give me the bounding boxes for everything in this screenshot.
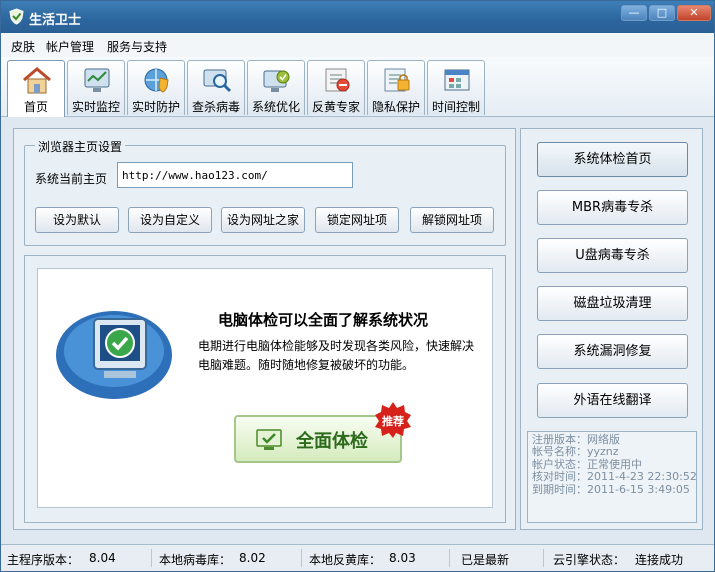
status-separator (151, 549, 152, 567)
recommend-badge: 推荐 (375, 402, 411, 438)
full-checkup-label: 全面体检 (296, 431, 368, 452)
status-separator (449, 549, 450, 567)
tab-home[interactable]: 首页 (7, 60, 65, 117)
filter-db-label: 本地反黄库： (309, 553, 382, 567)
version-value: 8.04 (89, 551, 116, 565)
tab-label: 隐私保护 (371, 100, 420, 114)
system-optimize-icon (263, 70, 290, 92)
close-button[interactable]: ✕ (677, 5, 711, 21)
cloud-engine-label: 云引擎状态： (553, 553, 626, 567)
monitor-icon (84, 68, 110, 92)
tab-toolbar: 首页 实时监控 实时防护 查杀病毒 系统优化 反黄专家 隐私保护 时间控制 (1, 57, 714, 117)
shield-logo-icon (9, 8, 24, 25)
recommend-badge-text: 推荐 (382, 414, 404, 428)
app-window: 生活卫士 — □ ✕ 皮肤 帐户管理 服务与支持 首页 实时监控 实时防护 查杀… (0, 0, 715, 572)
menu-support[interactable]: 服务与支持 (107, 38, 167, 55)
tab-time-control[interactable]: 时间控制 (427, 60, 485, 115)
status-bar: 主程序版本： 8.04 本地病毒库： 8.02 本地反黄库： 8.03 已是最新… (1, 544, 714, 571)
unlock-url-button[interactable]: 解锁网址项 (410, 207, 494, 233)
window-title: 生活卫士 (29, 13, 82, 28)
account-check-time: 核对时间：2011-4-23 22:30:52 (532, 470, 697, 484)
menu-bar: 皮肤 帐户管理 服务与支持 (1, 33, 714, 57)
online-translate-button[interactable]: 外语在线翻译 (537, 383, 688, 418)
system-checkup-home-button[interactable]: 系统体检首页 (537, 142, 688, 177)
computer-checkup-icon (56, 311, 172, 399)
set-custom-button[interactable]: 设为自定义 (128, 207, 212, 233)
account-name: 帐号名称：yyznz (532, 445, 619, 459)
tab-system-optimize[interactable]: 系统优化 (247, 60, 305, 115)
disk-cleanup-button[interactable]: 磁盘垃圾清理 (537, 286, 688, 321)
main-panel: 浏览器主页设置 系统当前主页 http://www.hao123.com/ 设为… (13, 128, 516, 530)
virus-db-value: 8.02 (239, 551, 266, 565)
shield-globe-icon (144, 68, 169, 93)
tab-realtime-protect[interactable]: 实时防护 (127, 60, 185, 115)
browser-homepage-group: 浏览器主页设置 系统当前主页 http://www.hao123.com/ 设为… (24, 138, 506, 246)
update-status: 已是最新 (461, 553, 510, 567)
account-expire-time: 到期时间：2011-6-15 3:49:05 (532, 482, 690, 496)
homepage-url-input[interactable]: http://www.hao123.com/ (117, 162, 353, 188)
tab-label: 查杀病毒 (191, 100, 240, 114)
filter-expert-icon (325, 68, 350, 92)
virus-scan-icon (203, 69, 232, 93)
cloud-engine-status: 连接成功 (635, 553, 684, 567)
tab-filter-expert[interactable]: 反黄专家 (307, 60, 365, 115)
maximize-button[interactable]: □ (649, 5, 675, 21)
time-control-icon (444, 69, 470, 91)
minimize-button[interactable]: — (621, 5, 647, 21)
privacy-icon (384, 68, 410, 92)
monitor-check-icon (256, 429, 282, 450)
tab-privacy[interactable]: 隐私保护 (367, 60, 425, 115)
tab-label: 时间控制 (431, 100, 480, 114)
promo-title: 电脑体检可以全面了解系统状况 (218, 311, 429, 329)
virus-db-label: 本地病毒库： (159, 553, 232, 567)
current-homepage-label: 系统当前主页 (35, 172, 108, 186)
filter-db-value: 8.03 (389, 551, 416, 565)
set-hao123-button[interactable]: 设为网址之家 (221, 207, 305, 233)
tab-label: 实时监控 (71, 100, 120, 114)
side-panel: 系统体检首页 MBR病毒专杀 U盘病毒专杀 磁盘垃圾清理 系统漏洞修复 外语在线… (520, 128, 703, 530)
group-title: 浏览器主页设置 (35, 138, 126, 155)
status-separator (301, 549, 302, 567)
account-info-box: 注册版本：网络版 帐号名称：yyznz 帐户状态：正常使用中 核对时间：2011… (527, 431, 697, 523)
tab-label: 反黄专家 (311, 100, 360, 114)
promo-frame: 电脑体检可以全面了解系统状况 电期进行电脑体检能够及时发现各类风险，快速解决电脑… (24, 255, 506, 523)
home-icon (23, 67, 51, 94)
promo-description: 电期进行电脑体检能够及时发现各类风险，快速解决电脑难题。随时随地修复被破坏的功能… (198, 339, 475, 372)
tab-virus-scan[interactable]: 查杀病毒 (187, 60, 245, 115)
lock-url-button[interactable]: 锁定网址项 (315, 207, 399, 233)
tab-realtime-monitor[interactable]: 实时监控 (67, 60, 125, 115)
tab-label: 首页 (23, 100, 48, 114)
menu-skin[interactable]: 皮肤 (11, 38, 35, 55)
status-separator (543, 549, 544, 567)
tab-label: 系统优化 (251, 100, 300, 114)
tab-label: 实时防护 (131, 100, 180, 114)
title-bar[interactable]: 生活卫士 — □ ✕ (1, 1, 714, 33)
mbr-virus-kill-button[interactable]: MBR病毒专杀 (537, 190, 688, 225)
vulnerability-fix-button[interactable]: 系统漏洞修复 (537, 334, 688, 369)
usb-virus-kill-button[interactable]: U盘病毒专杀 (537, 238, 688, 273)
version-label: 主程序版本： (7, 553, 80, 567)
checkup-promo: 电脑体检可以全面了解系统状况 电期进行电脑体检能够及时发现各类风险，快速解决电脑… (37, 268, 493, 508)
set-default-button[interactable]: 设为默认 (35, 207, 119, 233)
menu-account[interactable]: 帐户管理 (46, 38, 94, 55)
